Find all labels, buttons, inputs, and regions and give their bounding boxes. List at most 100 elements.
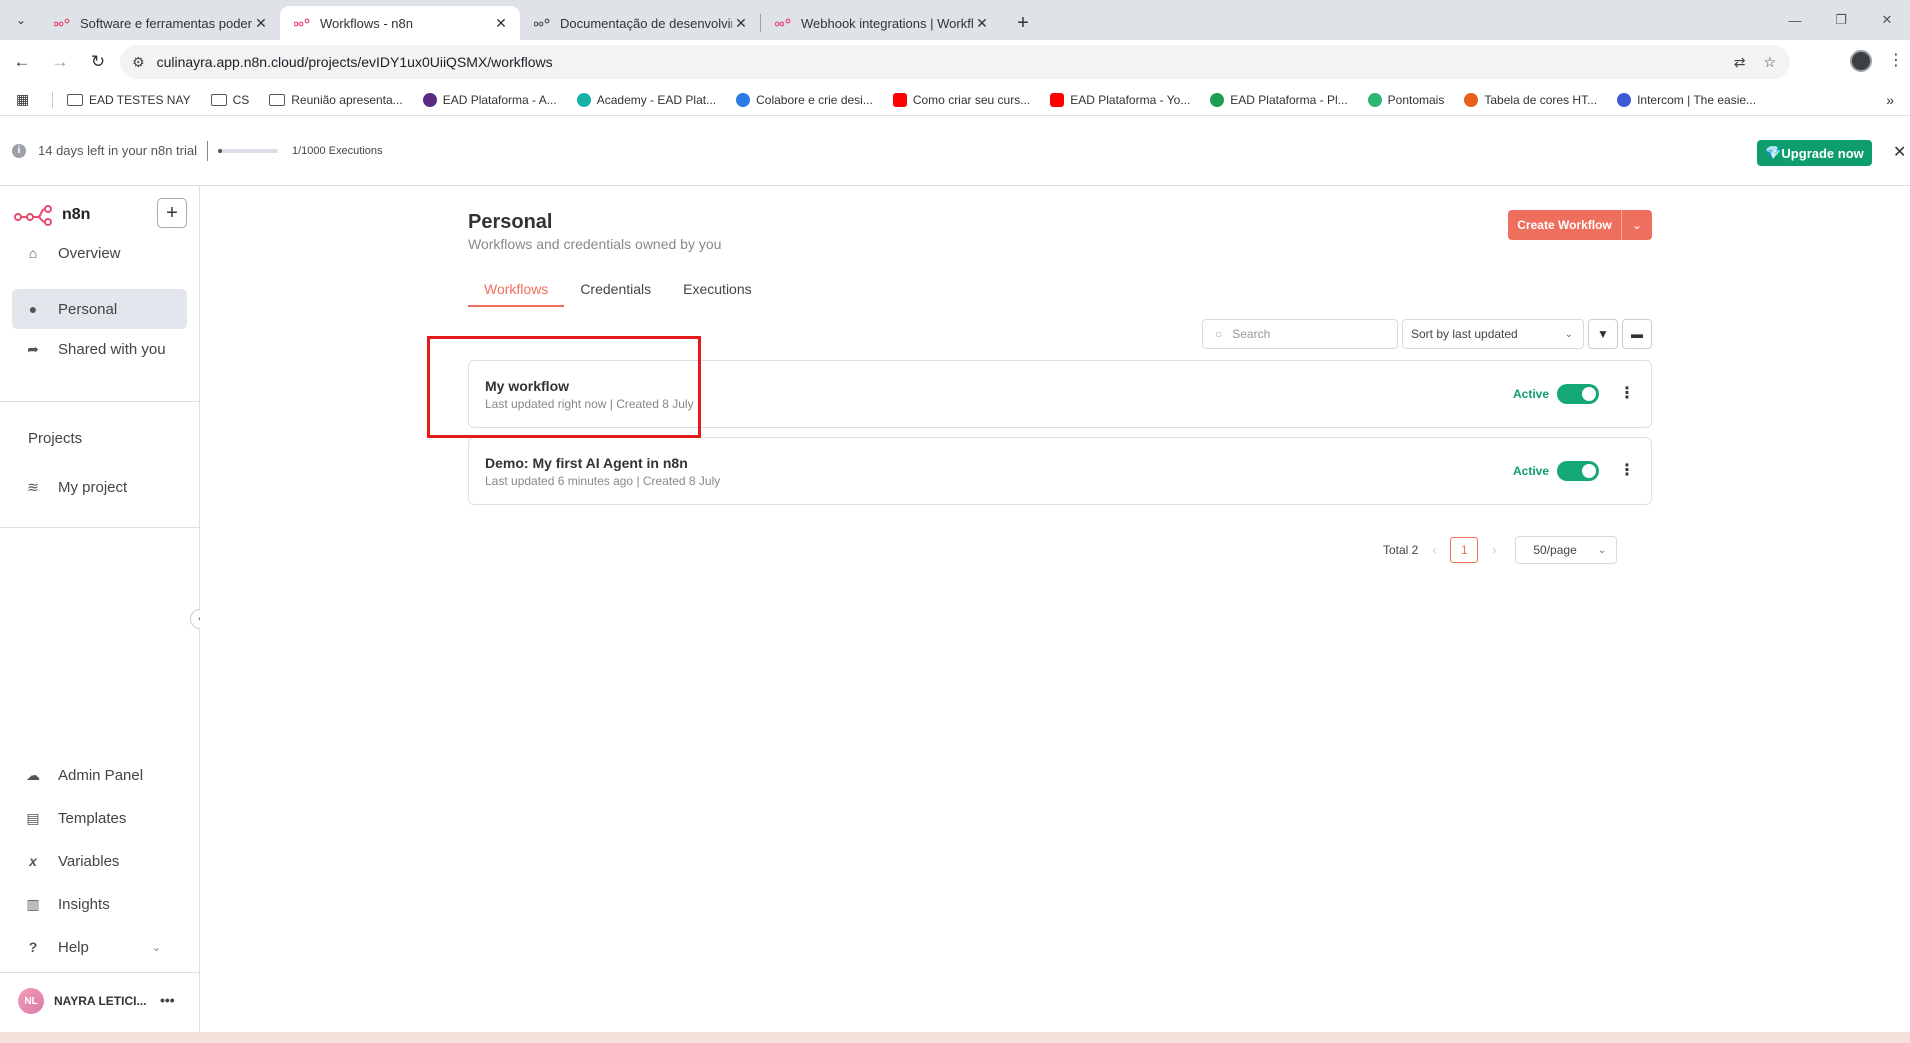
upgrade-button[interactable]: 💎 Upgrade now	[1757, 140, 1872, 166]
cloud-icon: ☁	[26, 766, 40, 783]
site-icon	[1367, 92, 1382, 107]
chevron-down-icon: ⌄	[1564, 328, 1573, 340]
bookmark-item[interactable]: Como criar seu curs...	[892, 92, 1030, 107]
page-number[interactable]: 1	[1450, 537, 1479, 563]
apps-grid-icon[interactable]: ▦	[16, 91, 38, 108]
sidebar-item-my-project[interactable]: ≋ My project	[12, 467, 187, 507]
sidebar-item-personal[interactable]: ● Personal	[12, 289, 187, 329]
workflow-status: Active	[1513, 464, 1550, 478]
sidebar-item-templates[interactable]: ▤ Templates	[12, 798, 187, 838]
page-title: Personal	[468, 211, 553, 233]
bookmark-item[interactable]: Colabore e crie desi...	[736, 92, 873, 107]
active-toggle[interactable]	[1557, 384, 1599, 404]
bookmark-item[interactable]: EAD TESTES NAY	[67, 93, 191, 107]
bookmark-item[interactable]: CS	[210, 93, 249, 107]
sidebar-item-help[interactable]: ? Help ⌄	[12, 927, 187, 967]
close-icon[interactable]: ✕	[252, 15, 270, 32]
sidebar-item-variables[interactable]: x Variables	[12, 841, 187, 881]
search-input[interactable]: ○ Search	[1202, 319, 1398, 349]
url-text: culinayra.app.n8n.cloud/projects/evIDY1u…	[156, 54, 553, 70]
user-profile[interactable]: NL NAYRA LETICI...	[18, 988, 146, 1014]
window-close-icon[interactable]: ✕	[1864, 0, 1910, 40]
bookmark-item[interactable]: Intercom | The easie...	[1617, 92, 1757, 107]
more-options-icon[interactable]: ⋮	[1619, 460, 1635, 480]
prev-page-icon[interactable]: ‹	[1432, 543, 1436, 557]
workflow-name[interactable]: Demo: My first AI Agent in n8n	[485, 455, 688, 471]
youtube-icon	[1050, 92, 1065, 107]
new-tab-button[interactable]: +	[1009, 9, 1037, 37]
close-banner-icon[interactable]: ✕	[1893, 142, 1906, 162]
trial-days-text: 14 days left in your n8n trial	[38, 143, 197, 158]
add-button[interactable]: +	[157, 198, 187, 228]
bookmark-item[interactable]: Pontomais	[1367, 92, 1444, 107]
bookmark-item[interactable]: EAD Plataforma - A...	[422, 92, 557, 107]
restore-icon[interactable]: ❐	[1818, 0, 1864, 40]
more-bookmarks-icon[interactable]: »	[1886, 92, 1894, 108]
sidebar-item-shared[interactable]: ➦ Shared with you	[12, 329, 187, 369]
minimize-icon[interactable]: —	[1772, 0, 1818, 40]
bookmark-list: EAD TESTES NAY CS Reunião apresenta... EAD …	[67, 92, 1776, 107]
chevron-down-icon: ⌄	[151, 941, 161, 954]
home-icon: ⌂	[28, 245, 38, 261]
tab-title: Workflows - n8n	[320, 15, 413, 31]
pagination-total: Total 2	[1383, 543, 1419, 557]
n8n-favicon-icon	[534, 18, 550, 27]
sidebar-item-label: Overview	[58, 244, 121, 262]
more-options-icon[interactable]: ⋮	[1619, 383, 1635, 403]
tab-workflows[interactable]: Workflows	[468, 281, 565, 307]
bookmark-item[interactable]: Tabela de cores HT...	[1464, 92, 1597, 107]
sidebar-item-label: My project	[58, 478, 128, 496]
sort-select[interactable]: Sort by last updated ⌄	[1402, 319, 1584, 349]
tab-executions[interactable]: Executions	[667, 281, 767, 307]
n8n-logo[interactable]: n8n	[14, 204, 90, 226]
main-content: Personal Workflows and credentials owned…	[200, 186, 1910, 1032]
forward-arrow-icon[interactable]: →	[44, 46, 76, 78]
bookmark-item[interactable]: Reunião apresenta...	[269, 93, 403, 107]
browser-tab[interactable]: Software e ferramentas poderosas ✕	[40, 6, 280, 40]
user-menu-icon[interactable]: •••	[160, 992, 175, 1008]
workflow-card[interactable]: Demo: My first AI Agent in n8n Last upda…	[468, 437, 1652, 505]
bookmark-item[interactable]: EAD Plataforma - Yo...	[1050, 92, 1191, 107]
tab-search-button[interactable]: ⌄	[8, 7, 34, 33]
back-arrow-icon[interactable]: ←	[6, 46, 38, 78]
executions-progress-fill	[217, 148, 222, 153]
browser-tab[interactable]: Documentação de desenvolvimento ✕	[520, 6, 760, 40]
close-icon[interactable]: ✕	[732, 15, 750, 32]
close-icon[interactable]: ✕	[492, 15, 510, 32]
page-size-label: 50/page	[1533, 543, 1577, 557]
bookmark-label: EAD Plataforma - Pl...	[1230, 92, 1348, 107]
active-toggle[interactable]	[1557, 461, 1599, 481]
upgrade-label: Upgrade now	[1781, 145, 1864, 161]
page-size-select[interactable]: 50/page ⌄	[1515, 536, 1618, 564]
browser-menu-icon[interactable]: ⋮	[1888, 50, 1904, 70]
profile-avatar[interactable]	[1850, 50, 1872, 72]
sidebar-item-label: Insights	[58, 895, 110, 913]
folder-button[interactable]: ▬	[1622, 319, 1652, 349]
bookmark-star-icon[interactable]: ☆	[1763, 54, 1776, 71]
layers-icon: ≋	[27, 478, 39, 495]
bookmark-item[interactable]: EAD Plataforma - Pl...	[1210, 92, 1348, 107]
next-page-icon[interactable]: ›	[1492, 543, 1496, 557]
tab-credentials[interactable]: Credentials	[564, 281, 667, 307]
reload-icon[interactable]: ↻	[82, 46, 114, 78]
create-workflow-button[interactable]: Create Workflow ⌄	[1508, 210, 1652, 240]
close-icon[interactable]: ✕	[973, 15, 991, 32]
variable-icon: x	[29, 853, 37, 869]
window-controls: — ❐ ✕	[1772, 0, 1910, 40]
browser-tab-active[interactable]: Workflows - n8n ✕	[280, 6, 520, 40]
url-bar[interactable]: ⚙ culinayra.app.n8n.cloud/projects/evIDY…	[120, 45, 1790, 79]
sidebar-item-admin-panel[interactable]: ☁ Admin Panel	[12, 755, 187, 795]
create-workflow-label[interactable]: Create Workflow	[1508, 210, 1622, 240]
sidebar-item-insights[interactable]: ▥ Insights	[12, 884, 187, 924]
bookmark-label: Intercom | The easie...	[1637, 92, 1757, 107]
bookmark-item[interactable]: Academy - EAD Plat...	[576, 92, 716, 107]
sidebar-item-overview[interactable]: ⌂ Overview	[12, 233, 187, 273]
translate-icon[interactable]: ⇄	[1734, 54, 1746, 71]
chevron-down-icon[interactable]: ⌄	[1622, 210, 1652, 240]
bookmark-label: EAD Plataforma - Yo...	[1070, 92, 1191, 107]
filter-button[interactable]: ▼	[1588, 319, 1618, 349]
site-settings-icon[interactable]: ⚙	[132, 54, 145, 71]
browser-tab[interactable]: Webhook integrations | Workflow ✕	[761, 6, 1001, 40]
sort-label: Sort by last updated	[1411, 327, 1518, 341]
n8n-favicon-icon	[294, 18, 310, 27]
